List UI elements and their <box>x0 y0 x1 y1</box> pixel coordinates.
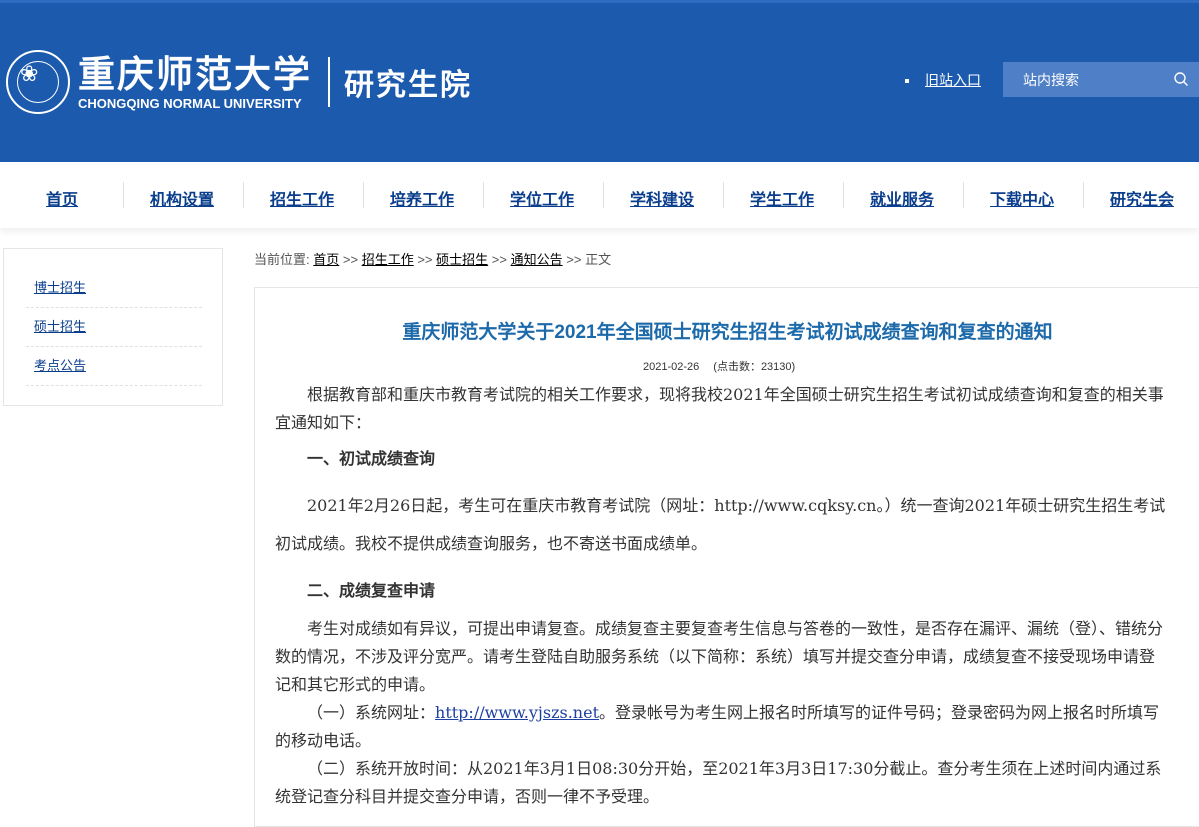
article-paragraph: （二）系统开放时间：从2021年3月1日08:30分开始，至2021年3月3日1… <box>275 759 1162 806</box>
paragraph-text: （一）系统网址： <box>307 703 436 722</box>
article-panel: 重庆师范大学关于2021年全国硕士研究生招生考试初试成绩查询和复查的通知 202… <box>254 287 1199 827</box>
school-name-en: CHONGQING NORMAL UNIVERSITY <box>78 95 302 111</box>
site-header: ❀ 重庆师范大学 CHONGQING NORMAL UNIVERSITY 研究生… <box>0 0 1199 162</box>
breadcrumb-sep: >> <box>491 252 507 267</box>
breadcrumb-home[interactable]: 首页 <box>313 252 339 267</box>
bullet-icon <box>905 79 909 84</box>
nav-divider <box>243 182 244 208</box>
article-paragraph: 考生对成绩如有异议，可提出申请复查。成绩复查主要复查考生信息与答卷的一致性，是否… <box>275 619 1164 694</box>
sidebar-link-masters[interactable]: 硕士招生 <box>26 319 86 334</box>
nav-divider <box>963 182 964 208</box>
old-site-link[interactable]: 旧站入口 <box>925 72 981 88</box>
sidebar-item-exam-notice[interactable]: 考点公告 <box>26 347 202 386</box>
search-input[interactable] <box>1003 62 1163 97</box>
breadcrumb-sep: >> <box>342 252 359 267</box>
system-url-link[interactable]: http://www.yjszs.net <box>435 703 599 722</box>
article-paragraph: 根据教育部和重庆市教育考试院的相关工作要求，现将我校2021年全国硕士研究生招生… <box>275 385 1164 432</box>
site-search <box>1003 62 1199 97</box>
article-views: (点击数：23130) <box>713 361 796 373</box>
sidebar-link-exam-notice[interactable]: 考点公告 <box>26 358 86 373</box>
nav-organization[interactable]: 机构设置 <box>150 186 214 210</box>
article-date: 2021-02-26 <box>643 361 700 373</box>
old-site-entry: 旧站入口 <box>905 70 981 90</box>
article-body: 根据教育部和重庆市教育考试院的相关工作要求，现将我校2021年全国硕士研究生招生… <box>275 381 1167 811</box>
breadcrumb-sep: >> <box>566 252 582 267</box>
nav-admissions[interactable]: 招生工作 <box>270 186 334 210</box>
nav-student-union[interactable]: 研究生会 <box>1110 186 1174 210</box>
nav-home[interactable]: 首页 <box>46 186 78 210</box>
breadcrumb-admissions[interactable]: 招生工作 <box>362 252 414 267</box>
university-seal-icon: ❀ <box>6 50 70 114</box>
logo-divider <box>328 57 330 107</box>
nav-employment[interactable]: 就业服务 <box>870 186 934 210</box>
nav-divider <box>123 182 124 208</box>
site-logo[interactable]: ❀ 重庆师范大学 CHONGQING NORMAL UNIVERSITY 研究生… <box>6 50 472 114</box>
breadcrumb-prefix: 当前位置: <box>254 252 310 267</box>
school-name-cn: 重庆师范大学 <box>78 51 312 96</box>
main-nav: 首页 机构设置 招生工作 培养工作 学位工作 学科建设 学生工作 就业服务 下载… <box>0 162 1199 228</box>
seal-emblem-glyph: ❀ <box>20 62 39 87</box>
nav-training[interactable]: 培养工作 <box>390 186 454 210</box>
sidebar-link-doctoral[interactable]: 博士招生 <box>26 280 86 295</box>
article-meta: 2021-02-26 (点击数：23130) <box>643 358 795 374</box>
article-title: 重庆师范大学关于2021年全国硕士研究生招生考试初试成绩查询和复查的通知 <box>402 322 1053 343</box>
breadcrumb-notices[interactable]: 通知公告 <box>511 252 563 267</box>
department-name: 研究生院 <box>344 68 472 103</box>
sidebar-item-doctoral[interactable]: 博士招生 <box>26 269 202 308</box>
nav-downloads[interactable]: 下载中心 <box>990 186 1054 210</box>
section-heading: 一、初试成绩查询 <box>307 449 436 468</box>
search-icon[interactable] <box>1173 71 1189 87</box>
nav-divider <box>603 182 604 208</box>
nav-degree[interactable]: 学位工作 <box>510 186 574 210</box>
nav-divider <box>843 182 844 208</box>
nav-discipline[interactable]: 学科建设 <box>630 186 694 210</box>
section-heading: 二、成绩复查申请 <box>307 581 436 600</box>
nav-divider <box>1083 182 1084 208</box>
nav-divider <box>363 182 364 208</box>
nav-divider <box>483 182 484 208</box>
breadcrumb-masters[interactable]: 硕士招生 <box>436 252 488 267</box>
breadcrumb: 当前位置: 首页 >> 招生工作 >> 硕士招生 >> 通知公告 >> 正文 <box>254 249 611 268</box>
breadcrumb-sep: >> <box>417 252 433 267</box>
sidebar-item-masters[interactable]: 硕士招生 <box>26 308 202 347</box>
article-paragraph: （一）系统网址：http://www.yjszs.net。登录帐号为考生网上报名… <box>275 699 1167 755</box>
article-paragraph: 2021年2月26日起，考生可在重庆市教育考试院（网址：http://www.c… <box>275 496 1166 553</box>
logo-text: 重庆师范大学 CHONGQING NORMAL UNIVERSITY <box>78 54 312 111</box>
nav-students[interactable]: 学生工作 <box>750 186 814 210</box>
sidebar: 博士招生 硕士招生 考点公告 <box>3 248 223 406</box>
nav-divider <box>723 182 724 208</box>
header-top-line <box>0 0 1199 3</box>
breadcrumb-current: 正文 <box>585 252 612 267</box>
